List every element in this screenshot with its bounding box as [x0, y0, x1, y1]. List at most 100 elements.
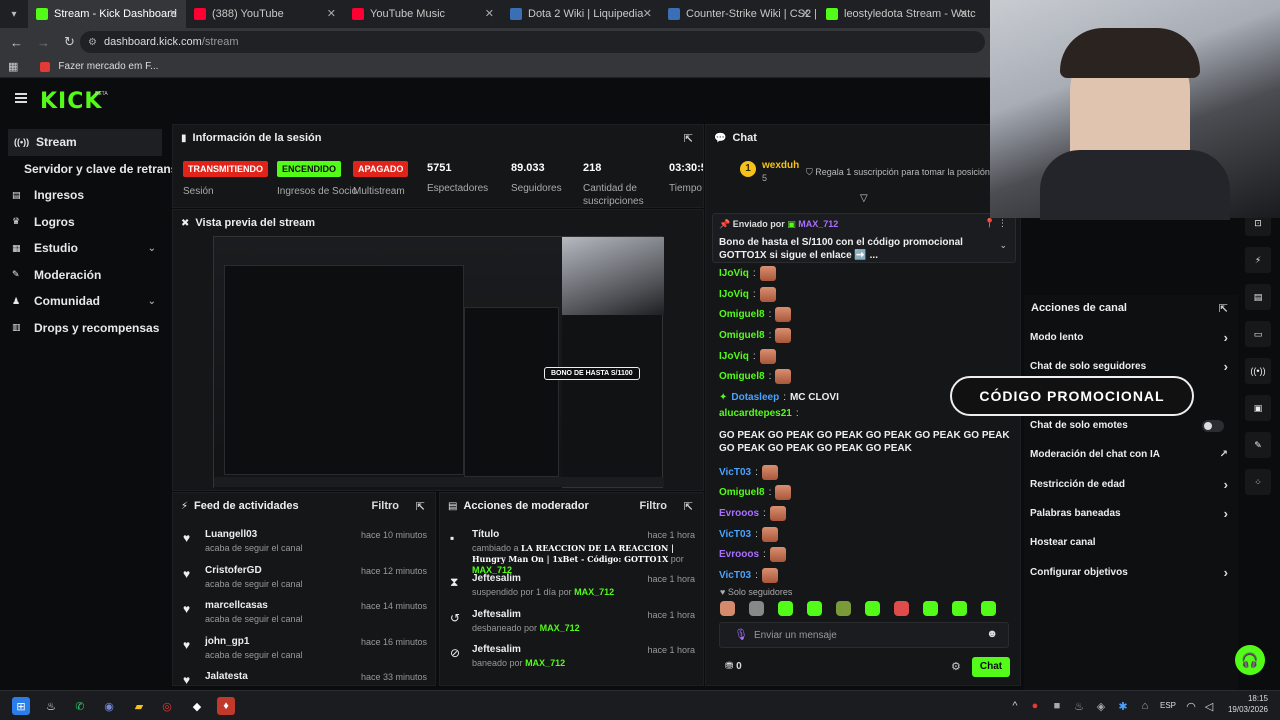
external-link-icon[interactable]: ↗ [1220, 449, 1228, 460]
feed-item[interactable]: ♥ marcellcasas acaba de seguir el canal hac… [173, 596, 435, 632]
chevron-right-icon[interactable]: › [1224, 565, 1228, 580]
gift-prompt[interactable]: ⛉ Regala 1 suscripción para tomar la pos… [806, 167, 997, 178]
chat-message[interactable]: VicT03: [719, 462, 1019, 483]
channel-action-item[interactable]: Moderación del chat con IA ↗ [1024, 440, 1238, 469]
browser-tab[interactable]: YouTube Music ✕ [344, 0, 502, 28]
discord-icon[interactable]: ◉ [100, 697, 118, 715]
chat-settings-icon[interactable]: ⚙ [951, 660, 961, 673]
emote-shortcut-icon[interactable] [952, 601, 967, 616]
expand-icon[interactable]: ⇱ [416, 500, 425, 513]
start-icon[interactable]: ⊞ [12, 697, 30, 715]
sidebar-item[interactable]: ((•)) Stream [8, 129, 162, 156]
tray-up-icon[interactable]: ^ [1006, 697, 1024, 715]
mod-action-item[interactable]: ▪ Título cambiado a LA REACCION DE LA REAC… [440, 525, 703, 575]
chevron-down-icon[interactable]: ⌄ [999, 240, 1007, 251]
emote-shortcut-icon[interactable] [778, 601, 793, 616]
chat-message[interactable]: VicT03: [719, 524, 1019, 545]
chat-message[interactable]: IJoViq: [719, 284, 1019, 305]
back-icon[interactable]: ← [10, 35, 23, 50]
mod-action-item[interactable]: ⊘ Jeftesalim baneado por MAX_712 hace 1 hor… [440, 640, 703, 676]
leaderboard-user[interactable]: wexduh [762, 160, 799, 171]
close-tab-icon[interactable]: ✕ [959, 7, 968, 20]
clock[interactable]: 18:15 19/03/2026 [1228, 694, 1268, 714]
bookmark-item[interactable]: Fazer mercado em F... [58, 61, 158, 72]
emote-shortcut-icon[interactable] [981, 601, 996, 616]
points-display[interactable]: ⛃ 0 [725, 661, 742, 672]
steam-icon[interactable]: ♨ [42, 697, 60, 715]
chat-username[interactable]: IJoViq [719, 351, 749, 362]
emote-shortcut-icon[interactable] [807, 601, 822, 616]
feed-item[interactable]: ♥ john_gp1 acaba de seguir el canal hace 16… [173, 632, 435, 668]
emote-shortcut-icon[interactable] [836, 601, 851, 616]
expand-icon[interactable]: ⇱ [1219, 302, 1228, 315]
chat-username[interactable]: VicT03 [719, 467, 751, 478]
chevron-right-icon[interactable]: › [1224, 330, 1228, 345]
support-headset-icon[interactable]: 🎧 [1235, 645, 1265, 675]
feed-item[interactable]: ♥ CristoferGD acaba de seguir el canal hace… [173, 561, 435, 597]
chat-username[interactable]: Omiguel8 [719, 487, 765, 498]
browser-tab[interactable]: leostyledota Stream - Watch Li✕ [818, 0, 976, 28]
sidebar-item[interactable]: ♟ Comunidad ⌄ [0, 288, 172, 315]
tab-search-icon[interactable]: ▾ [0, 9, 28, 20]
language-indicator[interactable]: ESP [1160, 701, 1176, 710]
chat-username[interactable]: IJoViq [719, 268, 749, 279]
emote-shortcut-icon[interactable] [749, 601, 764, 616]
network-icon[interactable]: ⌂ [1136, 697, 1154, 715]
feed-filter-button[interactable]: Filtro [372, 500, 400, 512]
forward-icon[interactable]: → [37, 35, 50, 50]
hamburger-menu-icon[interactable] [15, 93, 27, 103]
emote-shortcut-icon[interactable] [720, 601, 735, 616]
url-input[interactable]: ⚙ dashboard.kick.com/stream [80, 31, 985, 53]
doc-icon[interactable]: ▤ [1245, 284, 1271, 310]
emote-shortcut-icon[interactable] [894, 601, 909, 616]
sidebar-item[interactable]: Servidor y clave de retransmisión [0, 156, 172, 183]
bluetooth-icon[interactable]: ✱ [1114, 697, 1132, 715]
pinned-message[interactable]: 📌 Enviado por ▣ MAX_712 Bono de hasta el… [712, 213, 1016, 263]
chevron-right-icon[interactable]: › [1224, 506, 1228, 521]
browser-tab[interactable]: Stream - Kick Dashboard ✕ [28, 0, 186, 28]
chevron-down-icon[interactable]: ⌄ [148, 296, 156, 307]
chrome-icon[interactable]: ◎ [158, 697, 176, 715]
mod-filter-button[interactable]: Filtro [640, 500, 668, 512]
chat-message[interactable]: IJoViq: [719, 263, 1019, 284]
chat-username[interactable]: Evrooos [719, 549, 759, 560]
sidebar-item[interactable]: ♛ Logros [0, 209, 172, 236]
close-tab-icon[interactable]: ✕ [169, 7, 178, 20]
tray-icon[interactable]: ■ [1048, 697, 1066, 715]
folder-icon[interactable]: ▰ [130, 697, 148, 715]
collapse-icon[interactable]: ▽ [860, 193, 868, 204]
emote-shortcut-icon[interactable] [923, 601, 938, 616]
nodes-icon[interactable]: ⁘ [1245, 469, 1271, 495]
channel-action-item[interactable]: Palabras baneadas › [1024, 499, 1238, 528]
wifi-icon[interactable]: ◠ [1182, 697, 1200, 715]
mod-action-moderator[interactable]: MAX_712 [540, 623, 580, 633]
mod-action-moderator[interactable]: MAX_712 [574, 587, 614, 597]
chevron-right-icon[interactable]: › [1224, 359, 1228, 374]
sidebar-item[interactable]: ▦ Estudio ⌄ [0, 235, 172, 262]
chevron-down-icon[interactable]: ⌄ [148, 243, 156, 254]
chat-message[interactable]: Omiguel8: [719, 325, 1019, 346]
expand-icon[interactable]: ⇱ [684, 132, 693, 145]
site-info-icon[interactable]: ⚙ [88, 37, 97, 48]
browser-tab[interactable]: (388) YouTube ✕ [186, 0, 344, 28]
browser-tab[interactable]: Counter-Strike Wiki | CS2 | Liqu✕ [660, 0, 818, 28]
bolt-icon[interactable]: ⚡ [1245, 247, 1271, 273]
channel-action-item[interactable]: Hostear canal [1024, 528, 1238, 557]
mod-action-item[interactable]: ↺ Jeftesalim desbaneado por MAX_712 hace 1 … [440, 605, 703, 641]
channel-action-item[interactable]: Restricción de edad › [1024, 469, 1238, 498]
sidebar-item[interactable]: ✎ Moderación [0, 262, 172, 289]
chat-message[interactable]: Omiguel8: [719, 304, 1019, 325]
chat-username[interactable]: Omiguel8 [719, 330, 765, 341]
emote-shortcut-icon[interactable] [865, 601, 880, 616]
kick-logo[interactable]: KICK [40, 89, 102, 114]
layers-icon[interactable]: ▣ [1245, 395, 1271, 421]
apps-icon[interactable]: ▦ [8, 60, 18, 73]
expand-icon[interactable]: ⇱ [684, 500, 693, 513]
chevron-right-icon[interactable]: › [1224, 477, 1228, 492]
chat-username[interactable]: VicT03 [719, 570, 751, 581]
chat-username[interactable]: alucardtepes21 [719, 408, 792, 419]
sidebar-item[interactable]: ▤ Ingresos [0, 182, 172, 209]
unpin-icon[interactable]: 📍 ⋮ [984, 218, 1007, 229]
chat-send-button[interactable]: Chat [972, 657, 1010, 677]
channel-action-item[interactable]: Configurar objetivos › [1024, 557, 1238, 586]
